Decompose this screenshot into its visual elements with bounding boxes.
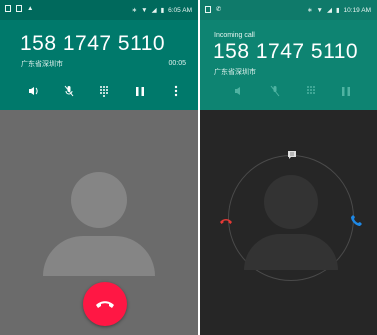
speaker-icon	[230, 81, 250, 101]
phone-answer-icon[interactable]	[349, 212, 363, 228]
battery-icon: ▮	[335, 7, 340, 14]
avatar-placeholder-head	[71, 172, 127, 228]
incoming-call-label: Incoming call	[214, 32, 255, 39]
avatar-placeholder-head	[264, 175, 318, 229]
signal-icon: ◢	[326, 7, 332, 14]
more-icon[interactable]	[166, 81, 186, 101]
wifi-icon: ▼	[141, 6, 148, 14]
lock-icon: ▲	[27, 5, 34, 12]
phone-decline-icon[interactable]	[218, 214, 234, 228]
mute-icon	[265, 81, 285, 101]
bluetooth-icon: ∗	[307, 7, 313, 14]
speaker-icon[interactable]	[24, 81, 44, 101]
image-icon	[16, 5, 22, 12]
call-timer: 00:05	[168, 60, 186, 67]
bluetooth-icon: ∗	[131, 7, 138, 14]
wifi-icon: ▼	[316, 6, 323, 14]
status-time: 6:05 AM	[168, 6, 192, 14]
status-bar: ▲ ∗ ▼ ◢ ▮ 6:05 AM	[0, 0, 198, 20]
end-call-button[interactable]	[83, 282, 127, 326]
phone-hangup-icon	[96, 301, 114, 308]
mute-icon[interactable]	[59, 81, 79, 101]
phone-icon: ✆	[216, 6, 222, 13]
dialpad-icon	[301, 81, 321, 101]
dialpad-icon[interactable]	[94, 81, 114, 101]
hold-icon	[336, 81, 356, 101]
phone-number: 158 1747 5110	[213, 40, 359, 63]
image-icon	[205, 5, 211, 13]
notification-icon	[5, 5, 11, 12]
signal-icon: ◢	[151, 7, 157, 14]
hold-icon[interactable]	[130, 81, 150, 101]
call-header: 158 1747 5110 广东省深圳市 00:05	[0, 20, 198, 110]
caller-location: 广东省深圳市	[214, 69, 256, 76]
status-bar: ✆ ∗ ▼ ◢ ▮ 10:19 AM	[200, 0, 377, 20]
call-header: Incoming call 158 1747 5110 广东省深圳市	[200, 20, 377, 110]
battery-icon: ▮	[160, 7, 165, 14]
phone-number: 158 1747 5110	[20, 32, 166, 55]
caller-location: 广东省深圳市	[21, 61, 63, 68]
message-icon[interactable]	[285, 148, 299, 162]
status-time: 10:19 AM	[343, 6, 371, 14]
